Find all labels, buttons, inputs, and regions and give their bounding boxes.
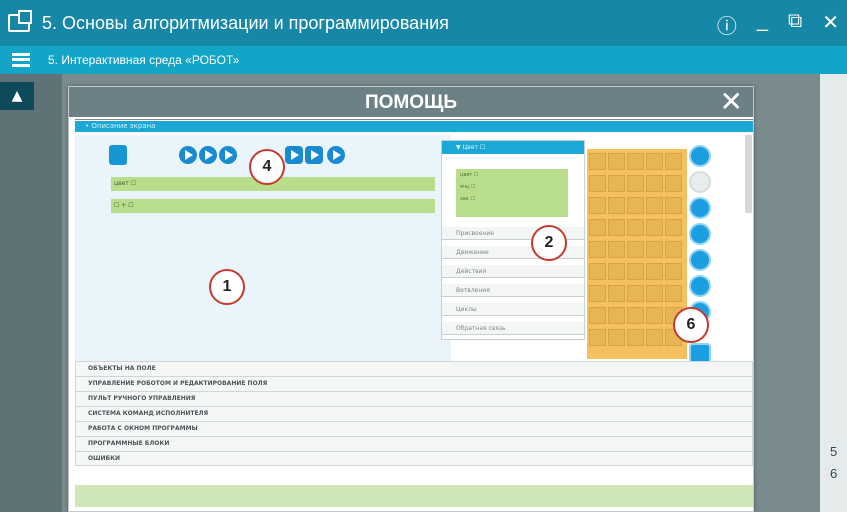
callout-4: 4 <box>249 149 285 185</box>
run-icon[interactable] <box>179 146 197 164</box>
trash-icon[interactable] <box>109 145 127 165</box>
command-group: цвет ☐ ячц ☐ зак ☐ <box>456 169 568 217</box>
field-tool-icon[interactable] <box>689 275 711 297</box>
help-section-item[interactable]: ПРОГРАММНЫЕ БЛОКИ <box>75 436 753 451</box>
close-window-button[interactable]: ✕ <box>822 10 839 39</box>
help-section-item[interactable]: УПРАВЛЕНИЕ РОБОТОМ И РЕДАКТИРОВАНИЕ ПОЛЯ <box>75 376 753 391</box>
command-group-header[interactable]: ▼ Цвет ☐ <box>442 141 584 154</box>
current-section-bar[interactable]: • Описание экрана <box>75 119 753 132</box>
title-bar: 5. Основы алгоритмизации и программирова… <box>0 0 847 46</box>
field-tool-icon[interactable] <box>689 249 711 271</box>
left-strip <box>0 74 62 512</box>
help-dialog: ПОМОЩЬ ✕ • Описание экрана цвет ☐ ☐ + ☐ … <box>68 86 754 512</box>
app-logo-icon <box>8 10 32 32</box>
help-title: ПОМОЩЬ <box>364 92 458 113</box>
field-tool-icon[interactable] <box>689 145 711 167</box>
command-item[interactable]: ячц ☐ <box>456 181 568 193</box>
field-tool-icon[interactable] <box>689 197 711 219</box>
help-footer <box>75 485 753 507</box>
page-number[interactable]: 6 <box>830 466 837 481</box>
field-tool-icon[interactable] <box>689 223 711 245</box>
hamburger-menu-icon[interactable] <box>12 53 30 67</box>
page-number[interactable]: 5 <box>830 444 837 459</box>
callout-2: 2 <box>531 225 567 261</box>
command-category[interactable]: Действия <box>442 265 584 278</box>
restore-button[interactable]: ⧉ <box>788 10 802 39</box>
right-toolbar: 5 6 <box>820 74 847 512</box>
info-icon[interactable]: ⓘ <box>717 10 737 39</box>
program-row[interactable]: ☐ + ☐ <box>111 199 435 213</box>
field-tool-icon[interactable] <box>689 171 711 193</box>
window-controls: ⓘ _ ⧉ ✕ <box>717 10 839 39</box>
section-title: 5. Интерактивная среда «РОБОТ» <box>48 53 240 67</box>
help-section-item[interactable]: ОШИБКИ <box>75 451 753 466</box>
help-section-item[interactable]: СИСТЕМА КОМАНД ИСПОЛНИТЕЛЯ <box>75 406 753 421</box>
open-icon[interactable] <box>285 146 303 164</box>
command-category[interactable]: Обратная связь <box>442 322 584 335</box>
help-section-item[interactable]: ОБЪЕКТЫ НА ПОЛЕ <box>75 361 753 376</box>
callout-6: 6 <box>673 307 709 343</box>
step-icon[interactable] <box>199 146 217 164</box>
save-icon[interactable] <box>305 146 323 164</box>
section-bar: 5. Интерактивная среда «РОБОТ» <box>0 46 847 74</box>
command-item[interactable]: зак ☐ <box>456 193 568 205</box>
help-scrollbar[interactable] <box>745 135 752 213</box>
robot-field[interactable] <box>587 149 687 359</box>
help-section-item[interactable]: ПУЛЬТ РУЧНОГО УПРАВЛЕНИЯ <box>75 391 753 406</box>
help-section-item[interactable]: РАБОТА С ОКНОМ ПРОГРАММЫ <box>75 421 753 436</box>
help-header: ПОМОЩЬ ✕ <box>69 87 753 117</box>
user-icon[interactable]: ▲ <box>0 82 34 110</box>
callout-1: 1 <box>209 269 245 305</box>
menu-icon[interactable] <box>327 146 345 164</box>
command-category[interactable]: Ветвления <box>442 284 584 297</box>
window-title: 5. Основы алгоритмизации и программирова… <box>42 12 449 33</box>
help-sections: ОБЪЕКТЫ НА ПОЛЕ УПРАВЛЕНИЕ РОБОТОМ И РЕД… <box>75 361 753 466</box>
command-item[interactable]: цвет ☐ <box>456 169 568 181</box>
close-help-button[interactable]: ✕ <box>720 87 743 117</box>
command-category[interactable]: Циклы <box>442 303 584 316</box>
minimize-button[interactable]: _ <box>757 10 768 39</box>
stop-icon[interactable] <box>219 146 237 164</box>
